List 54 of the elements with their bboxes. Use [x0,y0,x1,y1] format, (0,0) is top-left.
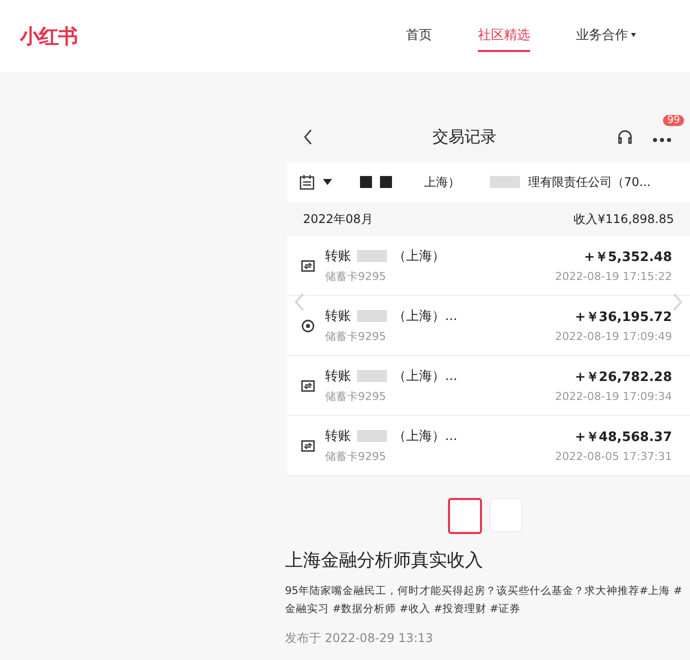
redaction-mark [490,176,520,188]
redaction-mark [360,176,372,188]
transfer-icon [301,380,315,392]
transaction-type: 转账 [325,368,351,385]
logo[interactable]: 小红书 [20,22,77,50]
transaction-type: 转账 [325,248,351,265]
transfer-icon [301,440,315,452]
redaction-mark [357,310,387,322]
transaction-row[interactable]: 转账 （上海）... 储蓄卡9295 +￥36,195.72 2022-08-19 17:09:49 [287,296,690,356]
filter-text: 上海） [424,174,460,190]
transaction-type: 转账 [325,428,351,445]
timestamp: 2022-08-19 17:09:49 [555,330,672,343]
amount: +￥5,352.48 [584,249,672,266]
amount: +￥48,568.37 [574,429,672,446]
nav-tab[interactable]: 首页 [406,20,432,52]
redaction-mark [380,176,392,188]
count-badge: 99 [663,115,684,126]
more-icon [652,137,672,143]
card-label: 储蓄卡9295 [325,269,387,284]
post-body: 95年陆家嘴金融民工，何时才能买得起房？该买些什么基金？求大神推荐#上海 #金融实习 #数据分析师 #收入 #投资理财 #证券 [285,584,684,617]
card-label: 储蓄卡9295 [325,389,387,404]
card-label: 储蓄卡9295 [325,449,387,464]
income-total: 收入¥116,898.85 [574,210,674,228]
month-label: 2022年08月 [303,210,373,228]
filter-text: 理有限责任公司（70... [528,174,651,190]
post-title: 上海金融分析师真实收入 [285,549,484,572]
headset-icon [616,128,634,146]
amount: +￥36,195.72 [574,309,672,326]
transaction-type: 转账 [325,308,351,325]
transaction-detail: （上海）... [393,308,458,325]
nav-tab[interactable]: 业务合作 [576,20,636,52]
timestamp: 2022-08-19 17:09:34 [555,390,672,403]
redaction-mark [357,370,387,382]
back-icon [303,129,313,145]
screen-title: 交易记录 [432,126,498,148]
amount: +￥26,782.28 [574,369,672,386]
transaction-row[interactable]: 转账 （上海）... 储蓄卡9295 +￥48,568.37 2022-08-05 17:37:31 [287,416,690,476]
card-label: 储蓄卡9295 [325,329,387,344]
redaction-mark [357,430,387,442]
transaction-row[interactable]: 转账 （上海）... 储蓄卡9295 +￥26,782.28 2022-08-19 17:09:34 [287,356,690,416]
transaction-row[interactable]: 转账 （上海） 储蓄卡9295 +￥5,352.48 2022-08-19 17:15:22 [287,236,690,296]
circle-icon [301,318,315,332]
transaction-detail: （上海） [393,248,445,265]
nav-tab[interactable]: 社区精选 [478,20,530,52]
transaction-detail: （上海）... [393,428,458,445]
dropdown-icon [323,179,332,185]
transaction-detail: （上海）... [393,368,458,385]
image-thumbnail[interactable] [448,498,482,534]
calendar-icon [299,174,315,190]
timestamp: 2022-08-19 17:15:22 [555,270,672,283]
redaction-mark [357,250,387,262]
post-date: 发布于 2022-08-29 13:13 [285,630,434,647]
transfer-icon [301,260,315,272]
timestamp: 2022-08-05 17:37:31 [555,450,672,463]
